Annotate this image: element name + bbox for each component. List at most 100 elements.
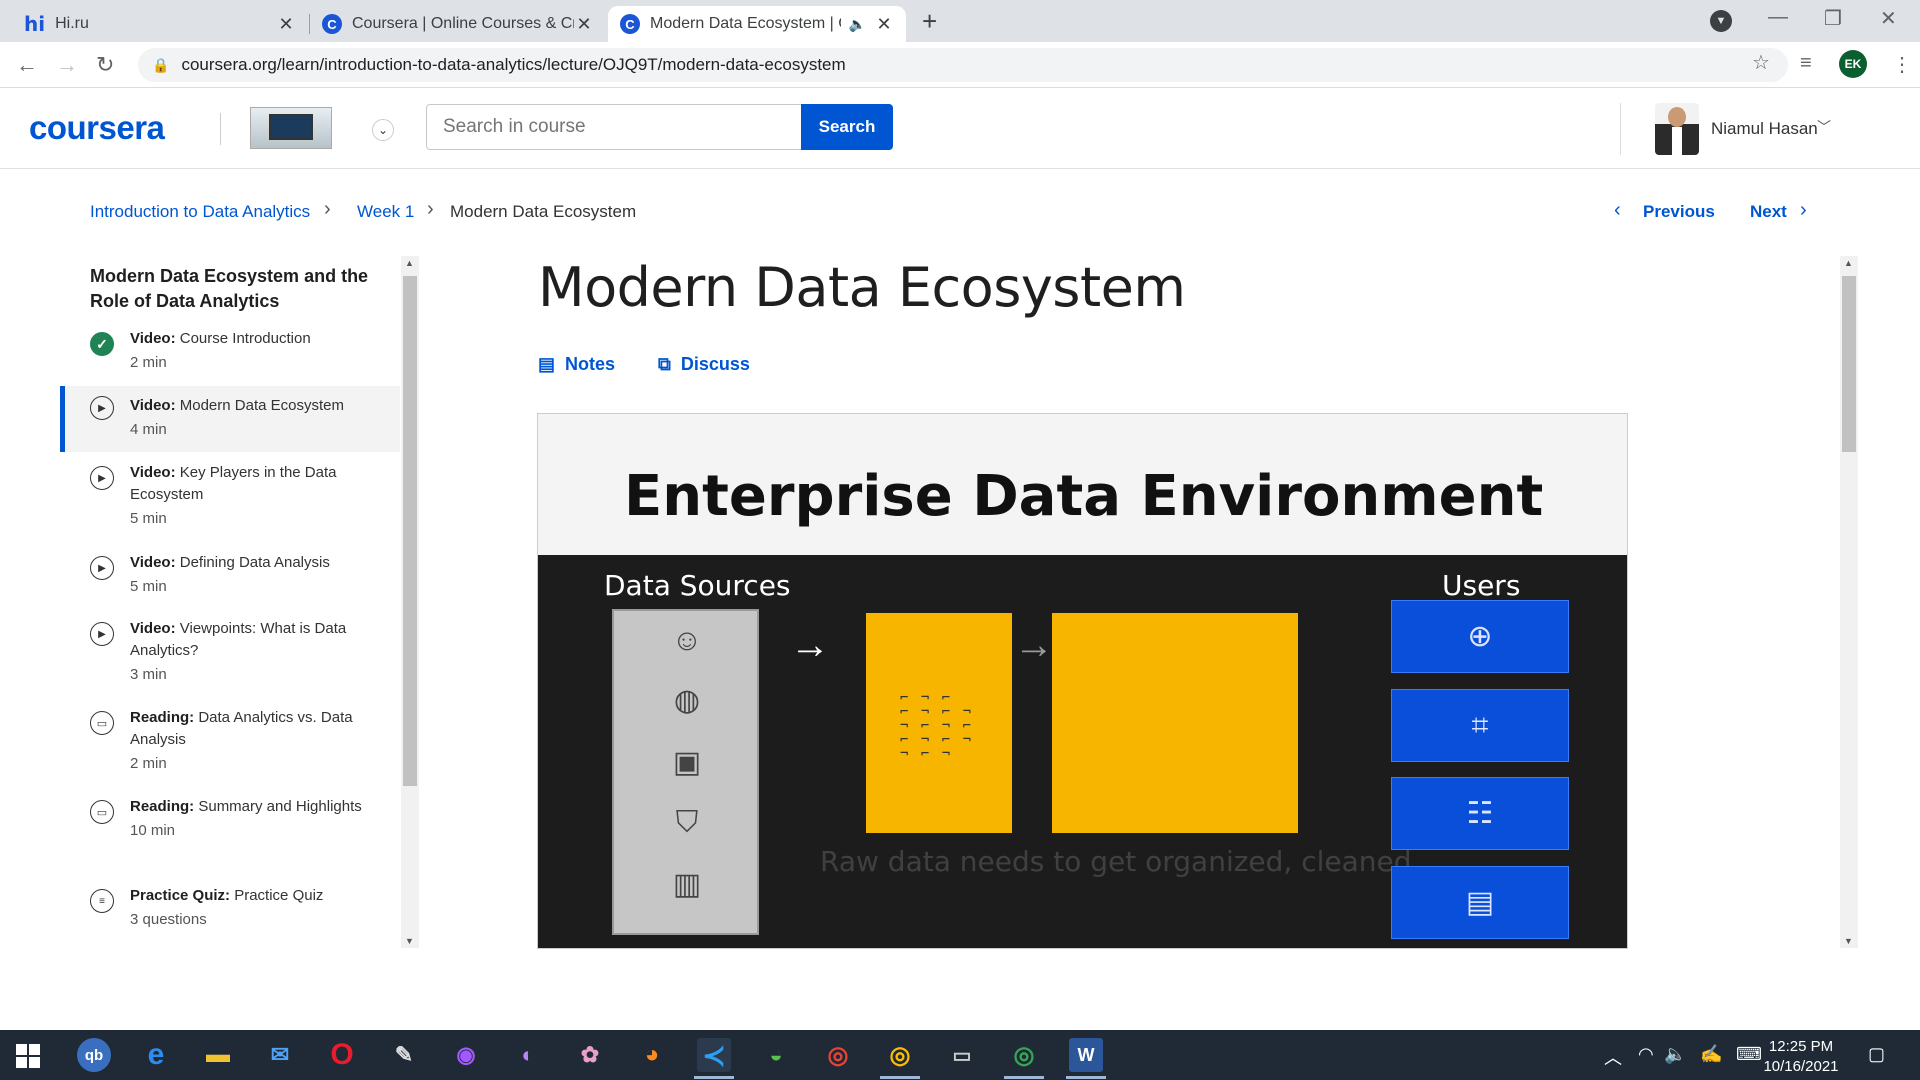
edge-icon[interactable]: e xyxy=(139,1038,173,1072)
word-icon[interactable]: W xyxy=(1069,1038,1103,1072)
volume-icon[interactable]: 🔈 xyxy=(1664,1044,1686,1065)
lesson-item[interactable]: ≡ Practice Quiz: Practice Quiz 3 question… xyxy=(60,885,400,945)
clock-time[interactable]: 12:25 PM xyxy=(1756,1038,1846,1055)
book-icon: ▭ xyxy=(90,711,114,735)
browser-tab-coursera[interactable]: C Coursera | Online Courses & Crec ✕ xyxy=(310,6,606,42)
breadcrumb-course[interactable]: Introduction to Data Analytics xyxy=(90,202,310,222)
lesson-text: Reading: Data Analytics vs. Data Analysi… xyxy=(130,709,353,772)
lesson-text: Video: Viewpoints: What is Data Analytic… xyxy=(130,620,347,683)
browser-toolbar: ← → ↻ 🔒 coursera.org/learn/introduction-… xyxy=(0,42,1920,88)
firefox-icon[interactable]: ◕ xyxy=(635,1038,669,1072)
browser-tab-active[interactable]: C Modern Data Ecosystem | Co 🔈 ✕ xyxy=(608,6,906,42)
previous-button[interactable]: Previous xyxy=(1643,202,1715,222)
slide-title: Enterprise Data Environment xyxy=(624,464,1544,529)
chrome-ek-icon[interactable]: ◎ xyxy=(1007,1038,1041,1072)
mail-icon[interactable]: ✉ xyxy=(263,1038,297,1072)
restore-icon[interactable]: ❐ xyxy=(1824,6,1842,31)
file-explorer-icon[interactable]: ▬ xyxy=(201,1038,235,1072)
search-input[interactable] xyxy=(426,104,802,150)
close-window-icon[interactable]: ✕ xyxy=(1880,6,1897,31)
active-app-indicator xyxy=(694,1076,734,1079)
organized-data-box xyxy=(1052,613,1298,833)
windows-start-icon[interactable] xyxy=(16,1044,40,1068)
divider xyxy=(1620,103,1621,155)
lesson-item[interactable]: ✓ Video: Course Introduction 2 min xyxy=(60,328,400,384)
avatar[interactable] xyxy=(1655,103,1699,155)
address-bar[interactable]: 🔒 coursera.org/learn/introduction-to-dat… xyxy=(138,48,1788,82)
search-button[interactable]: Search xyxy=(801,104,893,150)
browser-menu-icon[interactable]: ⋮ xyxy=(1892,52,1912,77)
lesson-item[interactable]: ▭ Reading: Data Analytics vs. Data Analy… xyxy=(60,707,400,787)
active-app-indicator xyxy=(1066,1076,1106,1079)
lesson-item[interactable]: ▭ Reading: Summary and Highlights 10 min xyxy=(60,796,400,876)
network-icon[interactable]: ◠ xyxy=(1638,1044,1654,1065)
tv-icon: ▣ xyxy=(672,746,702,779)
sidebar-scrollbar[interactable]: ▲ ▼ xyxy=(401,256,419,948)
notes-label: Notes xyxy=(565,354,616,374)
scrollbar-thumb[interactable] xyxy=(1842,276,1856,452)
user-analytics-icon: ⊕ xyxy=(1391,600,1569,673)
slide-body: Data Sources Users ☺ ◍ ▣ ⛉ ▥ → ⌐ ¬ ⌐ ⌐ ¬ … xyxy=(538,555,1627,948)
chevron-right-icon[interactable]: › xyxy=(1800,199,1807,222)
chevron-left-icon[interactable]: ‹ xyxy=(1614,199,1621,222)
course-thumbnail[interactable] xyxy=(250,107,332,149)
terminal-icon[interactable]: ▭ xyxy=(945,1038,979,1072)
github-icon[interactable]: ◐ xyxy=(511,1038,545,1072)
scroll-up-icon[interactable]: ▲ xyxy=(405,258,414,268)
scroll-up-icon[interactable]: ▲ xyxy=(1844,258,1853,268)
lock-icon[interactable]: 🔒 xyxy=(152,57,169,74)
video-player[interactable]: Enterprise Data Environment Data Sources… xyxy=(537,413,1628,949)
bookmark-star-icon[interactable]: ☆ xyxy=(1752,50,1770,75)
vscode-icon[interactable]: ≺ xyxy=(697,1038,731,1072)
next-button[interactable]: Next xyxy=(1750,202,1787,222)
opera-icon[interactable]: O xyxy=(325,1038,359,1072)
minimize-icon[interactable]: — xyxy=(1768,6,1788,29)
windows-taskbar: qb e ▬ ✉ O ✎ ◉ ◐ ✿ ◕ ≺ ◒ ◎ ◎ ▭ ◎ W ︿ ◠ 🔈… xyxy=(0,1030,1920,1080)
lesson-item[interactable]: ▶ Video: Viewpoints: What is Data Analyt… xyxy=(60,618,400,698)
new-tab-button[interactable]: + xyxy=(922,6,937,37)
tab-title: Coursera | Online Courses & Crec xyxy=(352,15,574,32)
media-control-icon[interactable]: ≡ xyxy=(1800,52,1812,75)
notes-button[interactable]: ▤ Notes xyxy=(538,354,615,375)
clock-date[interactable]: 10/16/2021 xyxy=(1756,1058,1846,1075)
scrollbar-thumb[interactable] xyxy=(403,276,417,786)
breadcrumb-week[interactable]: Week 1 xyxy=(357,202,414,222)
close-tab-icon[interactable]: ✕ xyxy=(276,14,296,35)
tab-search-icon[interactable]: ▼ xyxy=(1710,10,1732,32)
browser-tab-hiru[interactable]: hi Hi.ru ✕ xyxy=(12,6,308,42)
notes-icon: ▤ xyxy=(538,354,556,374)
discuss-button[interactable]: ⧉ Discuss xyxy=(658,354,750,375)
paint-icon[interactable]: ✿ xyxy=(573,1038,607,1072)
coursera-logo[interactable]: coursera xyxy=(29,109,165,147)
chevron-down-icon[interactable]: ﹀ xyxy=(1817,117,1831,137)
scroll-down-icon[interactable]: ▼ xyxy=(1844,936,1853,946)
close-tab-icon[interactable]: ✕ xyxy=(574,14,594,35)
qb-app-icon[interactable]: qb xyxy=(77,1038,111,1072)
lesson-item[interactable]: ▶ Video: Defining Data Analysis 5 min xyxy=(60,552,400,608)
inkscape-icon[interactable]: ✎ xyxy=(387,1038,421,1072)
scroll-down-icon[interactable]: ▼ xyxy=(405,936,414,946)
messenger-icon[interactable]: ◉ xyxy=(449,1038,483,1072)
main-scrollbar[interactable]: ▲ ▼ xyxy=(1840,256,1858,948)
earth-app-icon[interactable]: ◒ xyxy=(759,1038,793,1072)
chrome-profile-icon[interactable]: ◎ xyxy=(883,1038,917,1072)
lesson-item[interactable]: ▶ Video: Key Players in the Data Ecosyst… xyxy=(60,462,400,542)
close-tab-icon[interactable]: ✕ xyxy=(874,14,894,35)
notifications-icon[interactable]: ▢ xyxy=(1868,1044,1885,1065)
profile-avatar[interactable]: EK xyxy=(1839,50,1867,78)
user-report-icon: ▤ xyxy=(1391,866,1569,939)
chrome-icon[interactable]: ◎ xyxy=(821,1038,855,1072)
lesson-item-active[interactable]: ▶ Video: Modern Data Ecosystem 4 min xyxy=(60,386,400,452)
chevron-down-icon[interactable]: ⌄ xyxy=(372,119,394,141)
checkmark-icon: ✓ xyxy=(90,332,114,356)
pen-icon[interactable]: ✍ xyxy=(1700,1044,1722,1065)
slide-header: Enterprise Data Environment xyxy=(538,414,1627,555)
reload-icon[interactable]: ↻ xyxy=(96,52,114,78)
forward-icon[interactable]: → xyxy=(56,52,78,78)
tray-overflow-icon[interactable]: ︿ xyxy=(1604,1044,1622,1070)
back-icon[interactable]: ← xyxy=(16,52,38,78)
discuss-label: Discuss xyxy=(680,354,750,374)
user-name[interactable]: Niamul Hasan xyxy=(1711,119,1818,139)
audio-playing-icon[interactable]: 🔈 xyxy=(849,16,866,33)
data-sources-panel: ☺ ◍ ▣ ⛉ ▥ xyxy=(612,609,759,935)
